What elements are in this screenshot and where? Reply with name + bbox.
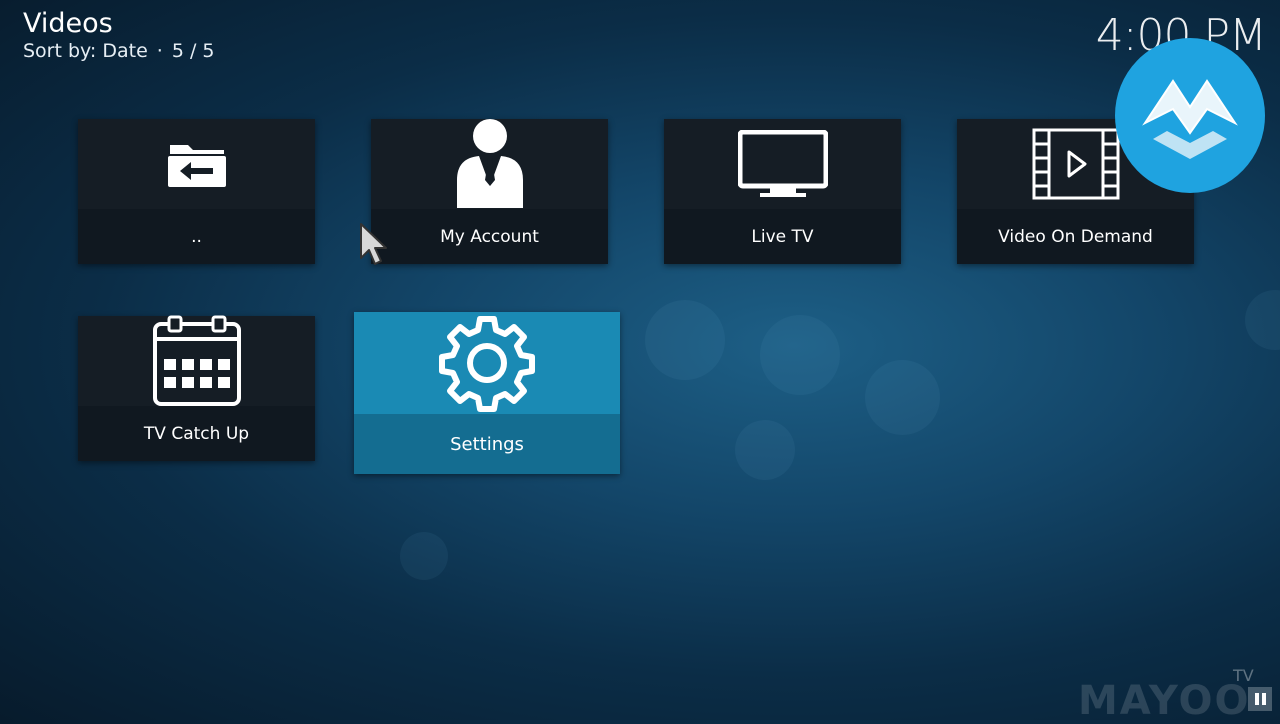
tile-label: Video On Demand xyxy=(998,226,1153,247)
tile-icon-area xyxy=(664,119,901,209)
background-bokeh xyxy=(735,420,795,480)
tile-label: My Account xyxy=(440,226,539,247)
tile-tv-catch-up[interactable]: TV Catch Up xyxy=(78,315,315,461)
pause-icon xyxy=(1261,693,1266,705)
account-person-icon xyxy=(456,119,523,208)
tile-label-area: Live TV xyxy=(664,209,901,264)
background-bokeh xyxy=(760,315,840,395)
tile-label-area: Settings xyxy=(354,414,620,474)
tile-my-account[interactable]: My Account xyxy=(371,119,608,264)
sort-info: Sort by: Date · 5 / 5 xyxy=(23,39,214,63)
tile-label: .. xyxy=(191,226,202,247)
tile-parent-folder[interactable]: .. xyxy=(78,119,315,264)
tile-icon-area xyxy=(371,119,608,209)
item-count: 5 / 5 xyxy=(171,40,215,62)
tile-label-area: .. xyxy=(78,209,315,264)
tile-label: Live TV xyxy=(751,226,814,247)
background-bokeh xyxy=(645,300,725,380)
gear-icon xyxy=(439,316,535,412)
film-play-icon xyxy=(1032,128,1119,200)
tv-icon xyxy=(737,130,828,197)
separator: · xyxy=(156,40,163,62)
tile-label: TV Catch Up xyxy=(143,423,250,444)
brand-m-logo-icon xyxy=(1142,78,1238,159)
brand-logo xyxy=(1115,38,1265,193)
page-header: Videos Sort by: Date · 5 / 5 xyxy=(23,8,214,63)
watermark-suffix: TV xyxy=(1233,666,1254,685)
folder-back-icon xyxy=(167,145,226,187)
sort-label[interactable]: Sort by: Date xyxy=(23,40,148,62)
pause-icon xyxy=(1254,693,1259,705)
tile-icon-area xyxy=(354,312,620,414)
pause-button[interactable] xyxy=(1248,687,1272,711)
page-title: Videos xyxy=(23,8,113,39)
tile-live-tv[interactable]: Live TV xyxy=(664,119,901,264)
background-bokeh xyxy=(865,360,940,435)
background-bokeh xyxy=(1245,290,1280,350)
tile-icon-area xyxy=(78,315,315,406)
tile-label-area: My Account xyxy=(371,209,608,264)
calendar-icon xyxy=(152,315,241,406)
background-bokeh xyxy=(400,532,448,580)
mouse-cursor-icon xyxy=(360,223,387,265)
watermark-text: MAYOO xyxy=(1078,678,1251,724)
tile-settings[interactable]: Settings xyxy=(354,312,620,474)
tile-icon-area xyxy=(78,119,315,209)
tile-label-area: TV Catch Up xyxy=(78,406,315,461)
tile-label: Settings xyxy=(450,433,524,455)
tile-label-area: Video On Demand xyxy=(957,209,1194,264)
